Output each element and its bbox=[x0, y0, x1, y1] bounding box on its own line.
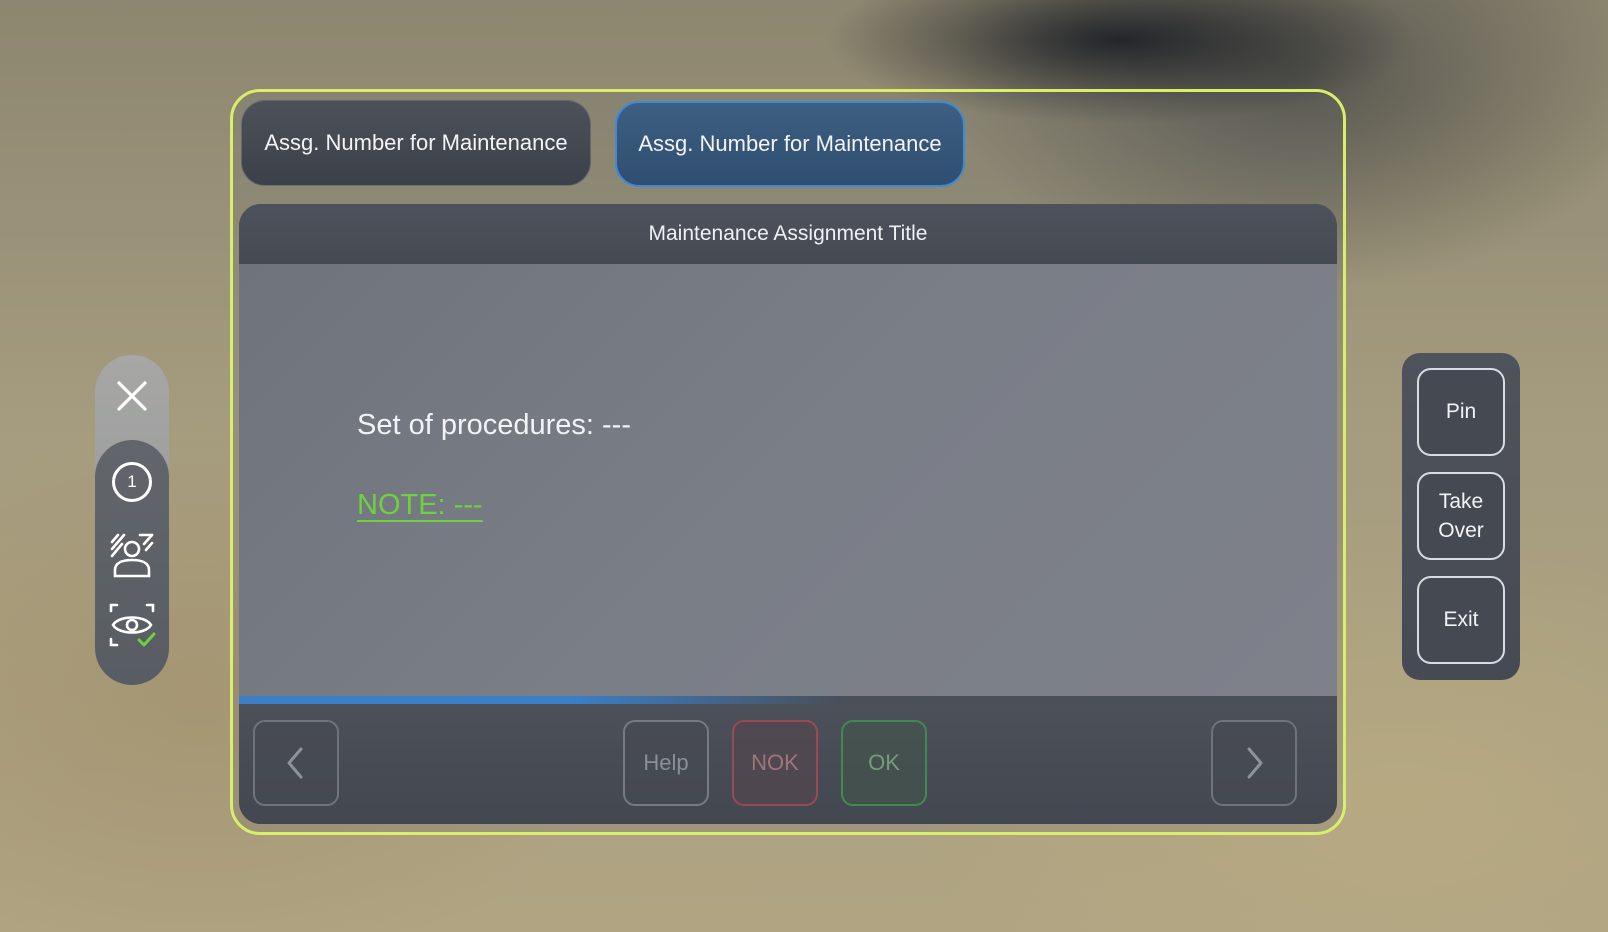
eye-verify-icon bbox=[109, 603, 156, 647]
footer-bar: Help NOK OK bbox=[239, 704, 1337, 824]
content-header: Maintenance Assignment Title bbox=[239, 204, 1337, 264]
step-number: 1 bbox=[127, 472, 137, 491]
right-toolbar: Pin Take Over Exit bbox=[1402, 353, 1520, 680]
tab-label: Assg. Number for Maintenance bbox=[638, 131, 942, 156]
assignment-title: Maintenance Assignment Title bbox=[648, 222, 928, 245]
close-button[interactable] bbox=[105, 369, 159, 423]
close-icon bbox=[117, 381, 147, 411]
progress-fill bbox=[239, 696, 843, 704]
pin-label: Pin bbox=[1445, 400, 1477, 424]
assignment-panel: Assg. Number for Maintenance Assg. Numbe… bbox=[230, 89, 1346, 835]
next-button[interactable] bbox=[1211, 720, 1297, 806]
procedures-text: Set of procedures: --- bbox=[357, 409, 631, 441]
tab-assignment-number-2-active[interactable]: Assg. Number for Maintenance bbox=[615, 101, 965, 187]
take-over-label: Take Over bbox=[1438, 487, 1484, 546]
take-over-label-line2: Over bbox=[1438, 519, 1484, 542]
content-body: Set of procedures: --- NOTE: --- bbox=[239, 264, 1337, 696]
tab-label: Assg. Number for Maintenance bbox=[264, 130, 568, 155]
nok-label: NOK bbox=[751, 750, 799, 775]
take-over-label-line1: Take bbox=[1438, 489, 1484, 513]
ok-button[interactable]: OK bbox=[841, 720, 927, 806]
pin-button[interactable]: Pin bbox=[1417, 368, 1505, 456]
help-button[interactable]: Help bbox=[623, 720, 709, 806]
scan-person-icon bbox=[110, 533, 154, 578]
left-toolbar-inner: 1 bbox=[95, 440, 169, 685]
assignment-content: Maintenance Assignment Title Set of proc… bbox=[239, 204, 1337, 824]
exit-button[interactable]: Exit bbox=[1417, 576, 1505, 664]
previous-button[interactable] bbox=[253, 720, 339, 806]
note-link[interactable]: NOTE: --- bbox=[357, 489, 483, 522]
eye-verify-button[interactable] bbox=[105, 598, 159, 652]
step-number-button[interactable]: 1 bbox=[105, 455, 159, 509]
progress-bar bbox=[239, 696, 1337, 704]
take-over-button[interactable]: Take Over bbox=[1417, 472, 1505, 560]
tab-assignment-number-1[interactable]: Assg. Number for Maintenance bbox=[241, 100, 591, 186]
chevron-left-icon bbox=[287, 747, 303, 779]
exit-label: Exit bbox=[1443, 608, 1479, 632]
scan-person-button[interactable] bbox=[105, 528, 159, 582]
left-toolbar: 1 bbox=[95, 355, 169, 685]
ok-label: OK bbox=[868, 750, 900, 775]
help-label: Help bbox=[643, 750, 689, 775]
chevron-right-icon bbox=[1247, 747, 1263, 779]
nok-button[interactable]: NOK bbox=[732, 720, 818, 806]
